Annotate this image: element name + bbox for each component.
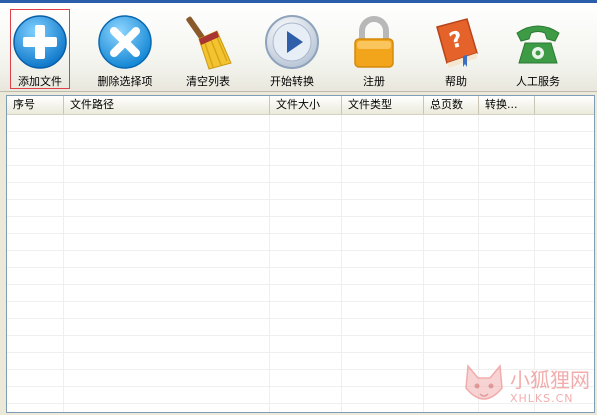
lock-icon xyxy=(354,16,394,68)
help-label: 帮助 xyxy=(445,75,467,88)
row-gridline xyxy=(7,267,594,268)
row-gridline xyxy=(7,199,594,200)
row-gridline xyxy=(7,182,594,183)
plus-icon xyxy=(13,15,67,69)
toolbar: 添加文件 删除选择项 清空列表 开始转换 注册 ? 帮助 人工服务 xyxy=(0,3,597,92)
human-service-label: 人工服务 xyxy=(516,75,560,88)
broom-icon xyxy=(186,16,232,70)
column-divider xyxy=(423,115,424,412)
row-gridline xyxy=(7,284,594,285)
start-convert-label: 开始转换 xyxy=(270,75,314,88)
row-gridline xyxy=(7,148,594,149)
help-book-icon: ? xyxy=(436,18,478,68)
add-file-label: 添加文件 xyxy=(18,75,62,88)
add-file-button[interactable]: 添加文件 xyxy=(10,9,70,89)
row-gridline xyxy=(7,352,594,353)
column-divider xyxy=(63,115,64,412)
delete-selected-label: 删除选择项 xyxy=(97,75,153,88)
human-service-button[interactable]: 人工服务 xyxy=(506,9,570,89)
column-header-index[interactable]: 序号 xyxy=(7,96,64,114)
phone-icon xyxy=(516,25,560,64)
row-gridline xyxy=(7,318,594,319)
row-gridline xyxy=(7,301,594,302)
column-header-convert[interactable]: 转换... xyxy=(479,96,535,114)
clear-list-button[interactable]: 清空列表 xyxy=(176,9,240,89)
play-icon xyxy=(265,15,319,69)
list-header: 序号 文件路径 文件大小 文件类型 总页数 转换... xyxy=(7,96,594,115)
delete-selected-button[interactable]: 删除选择项 xyxy=(90,9,160,89)
row-gridline xyxy=(7,216,594,217)
row-gridline xyxy=(7,250,594,251)
watermark-text: 小狐狸网 xyxy=(510,368,590,392)
watermark: 小狐狸网 XHLKS.CN xyxy=(460,362,596,412)
row-gridline xyxy=(7,335,594,336)
start-convert-button[interactable]: 开始转换 xyxy=(258,9,326,89)
fox-logo-icon xyxy=(465,364,503,400)
column-header-path[interactable]: 文件路径 xyxy=(64,96,270,114)
register-button[interactable]: 注册 xyxy=(346,9,402,89)
row-gridline xyxy=(7,131,594,132)
column-header-pages[interactable]: 总页数 xyxy=(424,96,479,114)
row-gridline xyxy=(7,233,594,234)
x-icon xyxy=(98,15,152,69)
column-header-type[interactable]: 文件类型 xyxy=(342,96,424,114)
row-gridline xyxy=(7,165,594,166)
clear-list-label: 清空列表 xyxy=(186,75,230,88)
help-button[interactable]: ? 帮助 xyxy=(426,9,486,89)
column-divider xyxy=(269,115,270,412)
register-label: 注册 xyxy=(363,75,385,88)
column-divider xyxy=(341,115,342,412)
column-header-size[interactable]: 文件大小 xyxy=(270,96,342,114)
watermark-subtext: XHLKS.CN xyxy=(510,392,574,405)
